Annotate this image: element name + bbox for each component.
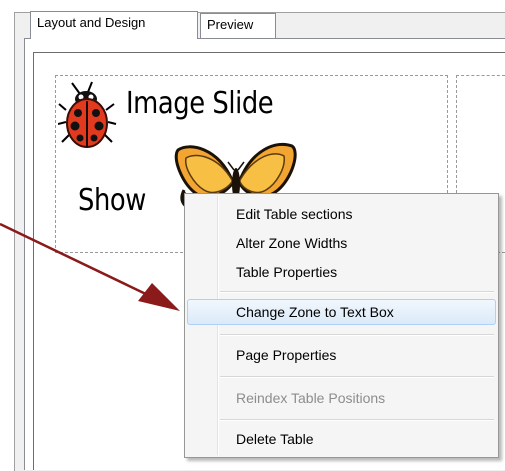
menu-item-table-properties[interactable]: Table Properties: [187, 259, 496, 285]
context-menu: Edit Table sections Alter Zone Widths Ta…: [184, 193, 499, 458]
menu-item-page-properties[interactable]: Page Properties: [187, 342, 496, 368]
menu-item-change-zone-to-text-box[interactable]: Change Zone to Text Box: [187, 299, 496, 325]
menu-separator: [220, 419, 494, 421]
menu-item-reindex-table-positions: Reindex Table Positions: [236, 390, 386, 406]
menu-item-delete-table[interactable]: Delete Table: [187, 426, 496, 452]
menu-item-edit-table-sections[interactable]: Edit Table sections: [187, 201, 496, 227]
tab-layout-and-design[interactable]: Layout and Design: [30, 11, 198, 39]
menu-separator: [220, 376, 494, 378]
menu-separator: [220, 291, 494, 293]
menu-item-alter-zone-widths[interactable]: Alter Zone Widths: [187, 230, 496, 256]
menu-separator: [220, 334, 494, 336]
